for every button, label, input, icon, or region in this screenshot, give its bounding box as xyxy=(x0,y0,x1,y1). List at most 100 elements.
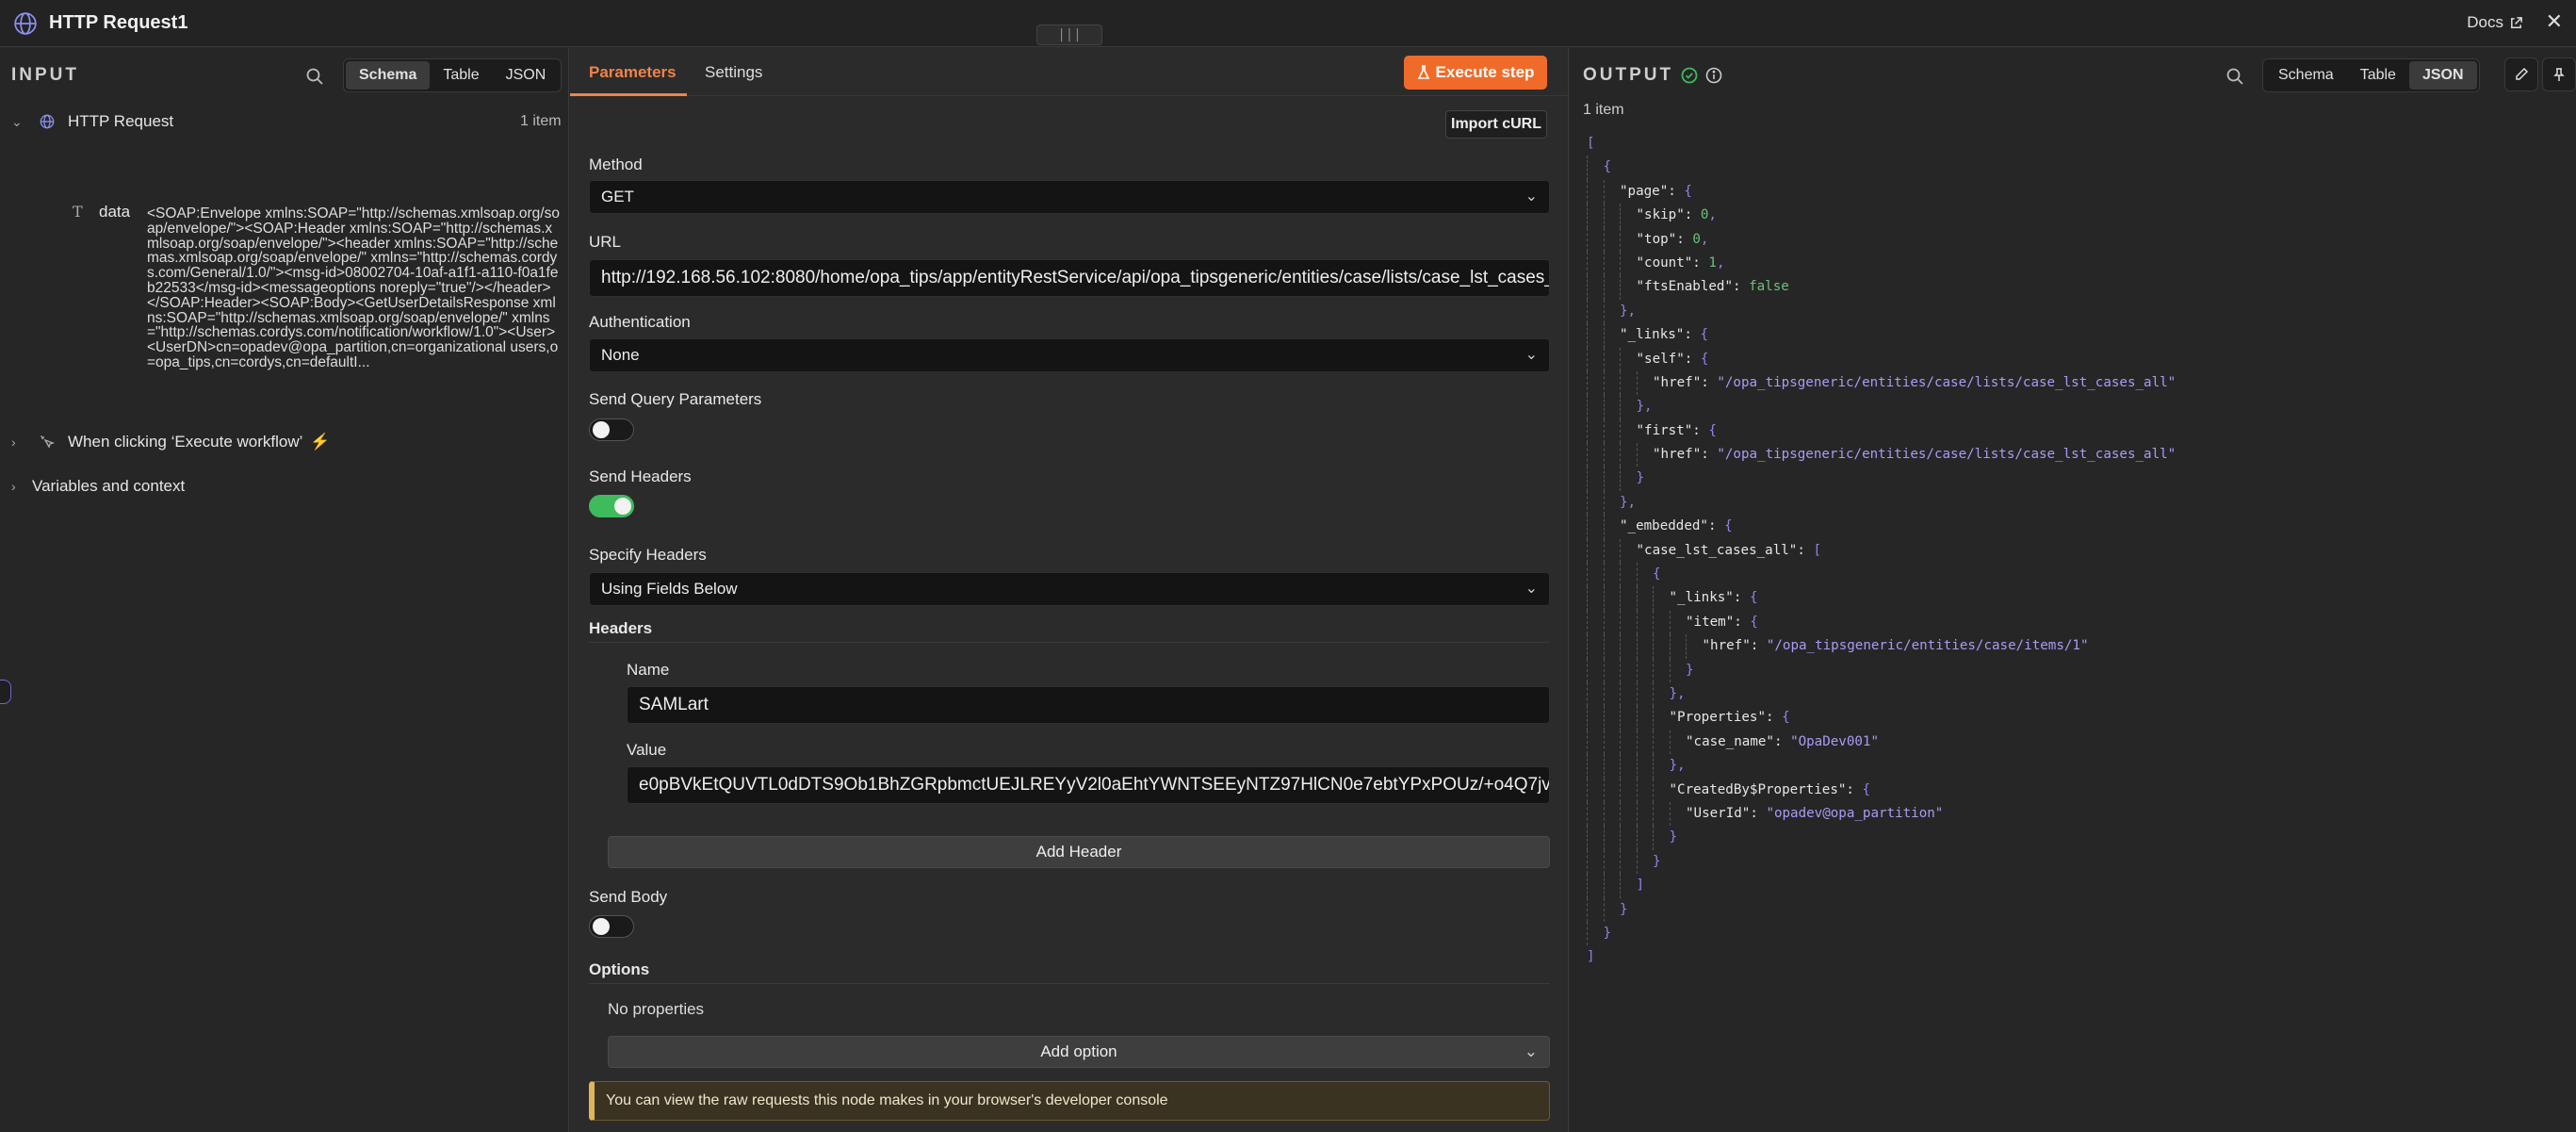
json-line: "first": { xyxy=(1587,418,2176,444)
parameters-panel: Parameters Settings Execute step Import … xyxy=(570,48,1569,1132)
tab-settings[interactable]: Settings xyxy=(705,63,762,82)
node-tree-trigger[interactable]: › When clicking ‘Execute workflow’ ⚡ xyxy=(11,433,331,451)
json-key[interactable]: "_links" xyxy=(1620,323,1684,347)
search-icon[interactable] xyxy=(305,67,324,86)
json-key[interactable]: "count" xyxy=(1637,252,1693,275)
close-icon[interactable]: ✕ xyxy=(2546,9,2563,34)
node-name: HTTP Request xyxy=(68,112,174,130)
trigger-node-name: When clicking ‘Execute workflow’ xyxy=(68,433,303,451)
add-header-button[interactable]: Add Header xyxy=(608,836,1550,868)
json-value: ] xyxy=(1587,949,1595,965)
send-query-toggle[interactable] xyxy=(589,418,634,441)
json-value: { xyxy=(1603,159,1612,175)
json-key[interactable]: "_embedded" xyxy=(1620,515,1708,538)
json-value: } xyxy=(1603,925,1612,941)
chevron-down-icon[interactable]: ⌄ xyxy=(11,114,30,130)
json-line: }, xyxy=(1587,754,2176,779)
json-value: { xyxy=(1708,422,1717,438)
variables-context[interactable]: › Variables and context xyxy=(11,477,185,496)
json-line: ] xyxy=(1587,874,2176,898)
field-key[interactable]: data xyxy=(99,203,130,221)
tab-schema[interactable]: Schema xyxy=(2265,61,2347,90)
json-key[interactable]: "item" xyxy=(1686,611,1734,634)
json-value: { xyxy=(1700,351,1709,367)
output-header: OUTPUT xyxy=(1583,65,1722,86)
json-value[interactable]: 0 xyxy=(1692,228,1701,252)
json-key[interactable]: "href" xyxy=(1653,371,1701,395)
docs-link[interactable]: Docs xyxy=(2467,13,2523,32)
json-value[interactable]: "/opa_tipsgeneric/entities/case/lists/ca… xyxy=(1717,443,2176,467)
json-key[interactable]: "UserId" xyxy=(1686,802,1750,826)
tab-json[interactable]: JSON xyxy=(493,61,560,90)
specify-headers-label: Specify Headers xyxy=(589,546,707,564)
json-key[interactable]: "skip" xyxy=(1637,204,1685,227)
json-line: }, xyxy=(1587,299,2176,324)
json-key[interactable]: "ftsEnabled" xyxy=(1637,275,1734,299)
json-value[interactable]: 1 xyxy=(1708,252,1717,275)
json-key[interactable]: "_links" xyxy=(1670,586,1734,610)
variables-label: Variables and context xyxy=(32,477,186,495)
json-key[interactable]: "page" xyxy=(1620,180,1668,204)
json-key[interactable]: "Properties" xyxy=(1670,706,1767,730)
json-value[interactable]: false xyxy=(1749,275,1789,299)
json-key[interactable]: "case_name" xyxy=(1686,730,1774,754)
edit-output-button[interactable] xyxy=(2504,57,2538,91)
json-key[interactable]: "first" xyxy=(1637,419,1693,443)
json-key[interactable]: "href" xyxy=(1653,443,1701,467)
tab-table[interactable]: Table xyxy=(430,61,492,90)
tab-schema[interactable]: Schema xyxy=(346,61,431,90)
search-icon[interactable] xyxy=(2225,67,2244,86)
json-key[interactable]: "href" xyxy=(1703,634,1751,658)
json-key[interactable]: "case_lst_cases_all" xyxy=(1637,539,1798,563)
url-input[interactable]: http://192.168.56.102:8080/home/opa_tips… xyxy=(589,259,1550,297)
flask-icon xyxy=(1417,65,1429,79)
json-value[interactable]: "opadev@opa_partition" xyxy=(1766,802,1943,826)
pin-data-button[interactable] xyxy=(2542,57,2576,91)
authentication-select[interactable]: None ⌄ xyxy=(589,338,1550,372)
json-line: "href": "/opa_tipsgeneric/entities/case/… xyxy=(1587,443,2176,468)
item-count: 1 item xyxy=(520,113,562,129)
header-name-input[interactable]: SAMLart xyxy=(627,686,1550,724)
developer-console-note: You can view the raw requests this node … xyxy=(589,1081,1550,1121)
import-curl-button[interactable]: Import cURL xyxy=(1445,110,1547,139)
json-value: [ xyxy=(1813,542,1821,558)
json-key[interactable]: "CreatedBy$Properties" xyxy=(1670,779,1847,802)
send-body-toggle[interactable] xyxy=(589,915,634,938)
json-line: "page": { xyxy=(1587,179,2176,205)
json-line: "href": "/opa_tipsgeneric/entities/case/… xyxy=(1587,634,2176,659)
json-line: "skip": 0, xyxy=(1587,204,2176,228)
json-value[interactable]: 0 xyxy=(1701,204,1709,227)
info-icon[interactable] xyxy=(1705,67,1722,84)
node-tree-http-request[interactable]: ⌄ HTTP Request xyxy=(11,112,173,131)
options-divider xyxy=(589,983,1550,984)
json-line: }, xyxy=(1587,395,2176,419)
tab-json[interactable]: JSON xyxy=(2408,61,2477,90)
node-title[interactable]: HTTP Request1 xyxy=(49,12,187,34)
panel-drag-handle[interactable]: ||| xyxy=(1036,25,1102,45)
json-key[interactable]: "self" xyxy=(1637,348,1685,371)
json-value[interactable]: "OpaDev001" xyxy=(1790,730,1879,754)
chevron-right-icon[interactable]: › xyxy=(11,479,30,494)
method-select[interactable]: GET ⌄ xyxy=(589,180,1550,214)
json-line: "item": { xyxy=(1587,610,2176,635)
execute-step-button[interactable]: Execute step xyxy=(1404,56,1547,90)
tab-table[interactable]: Table xyxy=(2347,61,2409,90)
chevron-right-icon[interactable]: › xyxy=(11,435,30,450)
json-line: } xyxy=(1587,849,2176,875)
add-option-select[interactable]: Add option ⌄ xyxy=(608,1036,1550,1068)
json-line: "_links": { xyxy=(1587,323,2176,348)
json-value: }, xyxy=(1669,685,1686,701)
header-value-input[interactable]: e0pBVkEtQUVTL0dDTS9Ob1BhZGRpbmctUEJLREYy… xyxy=(627,766,1550,804)
json-value[interactable]: "/opa_tipsgeneric/entities/case/lists/ca… xyxy=(1717,371,2176,395)
output-panel: OUTPUT Schema Table JSON 1 item [ { "page"… xyxy=(1570,48,2576,1132)
specify-headers-select[interactable]: Using Fields Below ⌄ xyxy=(589,572,1550,606)
output-item-count: 1 item xyxy=(1583,102,1624,118)
json-line: ] xyxy=(1587,945,2176,969)
send-headers-toggle[interactable] xyxy=(589,495,634,517)
no-properties-text: No properties xyxy=(608,1000,705,1018)
json-line: "Properties": { xyxy=(1587,706,2176,730)
tab-parameters[interactable]: Parameters xyxy=(589,63,677,82)
json-key[interactable]: "top" xyxy=(1637,228,1677,252)
side-panel-toggle[interactable] xyxy=(0,680,11,704)
json-value[interactable]: "/opa_tipsgeneric/entities/case/items/1" xyxy=(1767,634,2089,658)
